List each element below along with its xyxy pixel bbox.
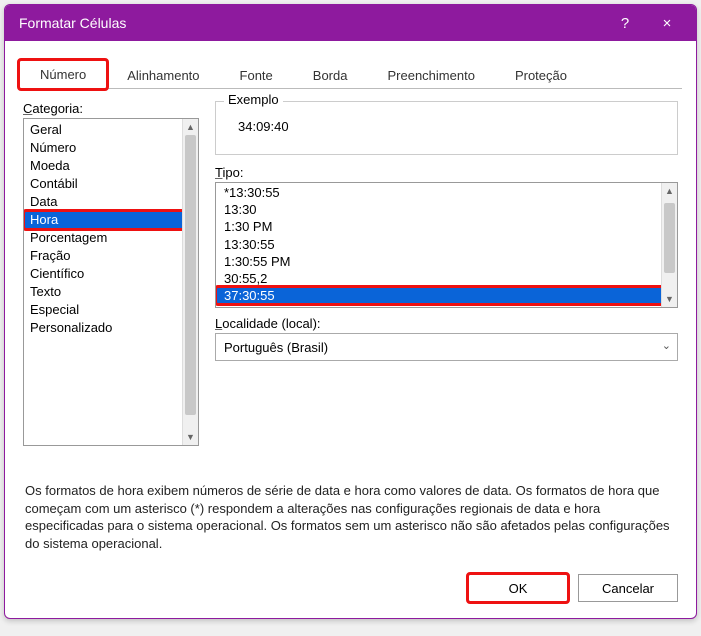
locale-label: Localidade (local): — [215, 316, 678, 331]
type-listbox[interactable]: *13:30:55 13:30 1:30 PM 13:30:55 1:30:55… — [215, 182, 678, 308]
close-button[interactable]: × — [646, 5, 688, 41]
list-item[interactable]: Número — [24, 139, 198, 157]
list-item[interactable]: 13:30:55 — [216, 236, 677, 253]
scroll-thumb[interactable] — [185, 135, 196, 415]
tab-alignment[interactable]: Alinhamento — [107, 62, 219, 89]
format-description: Os formatos de hora exibem números de sé… — [23, 482, 678, 552]
scroll-thumb[interactable] — [664, 203, 675, 273]
list-item[interactable]: 1:30 PM — [216, 218, 677, 235]
ok-button[interactable]: OK — [468, 574, 568, 602]
tab-strip: Número Alinhamento Fonte Borda Preenchim… — [5, 41, 696, 89]
titlebar: Formatar Células ? × — [5, 5, 696, 41]
list-item[interactable]: Personalizado — [24, 319, 198, 337]
chevron-down-icon: ⌄ — [662, 339, 671, 352]
help-button[interactable]: ? — [604, 5, 646, 41]
scroll-down-icon[interactable]: ▼ — [183, 429, 198, 445]
tab-font[interactable]: Fonte — [220, 62, 293, 89]
tab-number[interactable]: Número — [19, 60, 107, 89]
cancel-button[interactable]: Cancelar — [578, 574, 678, 602]
list-item[interactable]: Fração — [24, 247, 198, 265]
scroll-up-icon[interactable]: ▲ — [183, 119, 198, 135]
list-item[interactable]: 30:55,2 — [216, 270, 677, 287]
category-label: Categoria: — [23, 101, 199, 116]
example-box: Exemplo 34:09:40 — [215, 101, 678, 155]
example-value: 34:09:40 — [228, 119, 665, 134]
locale-value: Português (Brasil) — [224, 340, 328, 355]
list-item[interactable]: Científico — [24, 265, 198, 283]
example-label: Exemplo — [224, 92, 283, 107]
locale-select[interactable]: Português (Brasil) ⌄ — [215, 333, 678, 361]
list-item-selected[interactable]: 37:30:55 — [216, 287, 677, 304]
list-item[interactable]: Contábil — [24, 175, 198, 193]
scrollbar[interactable]: ▲ ▼ — [182, 119, 198, 445]
type-label: Tipo: — [215, 165, 678, 180]
dialog-footer: OK Cancelar — [5, 564, 696, 618]
list-item[interactable]: Especial — [24, 301, 198, 319]
list-item[interactable]: Porcentagem — [24, 229, 198, 247]
list-item[interactable]: Geral — [24, 121, 198, 139]
dialog-title: Formatar Células — [19, 15, 604, 31]
scrollbar[interactable]: ▲ ▼ — [661, 183, 677, 307]
list-item[interactable]: Data — [24, 193, 198, 211]
list-item[interactable]: Moeda — [24, 157, 198, 175]
category-listbox[interactable]: Geral Número Moeda Contábil Data Hora Po… — [23, 118, 199, 446]
format-cells-dialog: Formatar Células ? × Número Alinhamento … — [4, 4, 697, 619]
tab-border[interactable]: Borda — [293, 62, 368, 89]
list-item-selected[interactable]: Hora — [24, 211, 198, 229]
list-item[interactable]: 1:30:55 PM — [216, 253, 677, 270]
tab-fill[interactable]: Preenchimento — [367, 62, 494, 89]
list-item[interactable]: Texto — [24, 283, 198, 301]
tab-protection[interactable]: Proteção — [495, 62, 587, 89]
list-item[interactable]: 13:30 — [216, 201, 677, 218]
scroll-up-icon[interactable]: ▲ — [662, 183, 677, 199]
scroll-down-icon[interactable]: ▼ — [662, 291, 677, 307]
list-item[interactable]: *13:30:55 — [216, 184, 677, 201]
